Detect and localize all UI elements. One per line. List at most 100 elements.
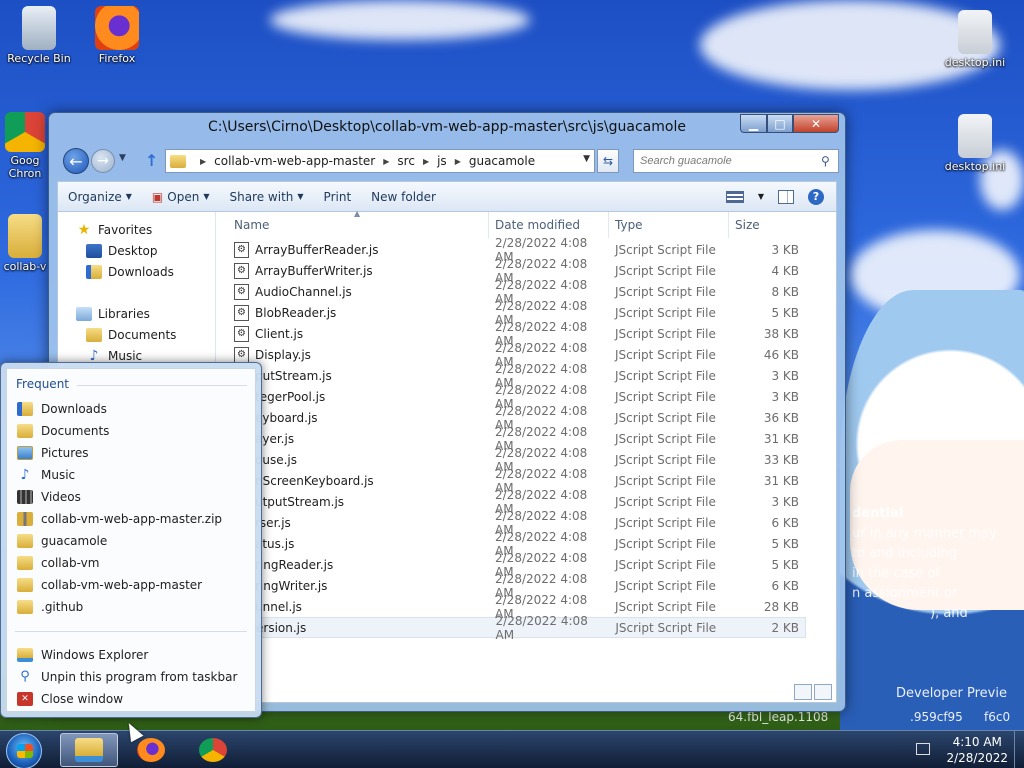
file-size: 8 KB [771,284,799,299]
file-row[interactable]: ⚙ersion.js2/28/2022 4:08 AMJScript Scrip… [216,614,806,642]
jump-list-item[interactable]: collab-vm-web-app-master.zip [17,509,222,529]
window-controls: ▁ □ ✕ [740,114,839,133]
column-header-date[interactable]: Date modified [489,212,609,238]
new-folder-button[interactable]: New folder [361,182,446,211]
open-button[interactable]: ▣ Open ▼ [142,182,220,211]
arrow-right-icon: → [97,153,109,169]
breadcrumb-item[interactable]: collab-vm-web-app-master [214,154,375,168]
taskbar: 4:10 AM 2/28/2022 [0,730,1024,768]
refresh-button[interactable]: ⇆ [597,149,619,173]
nav-item-label: Downloads [108,265,174,279]
chevron-right-icon[interactable]: ▶ [423,157,429,166]
nav-item-documents[interactable]: Documents [86,325,176,345]
file-name: ringWriter.js [255,578,328,593]
wallpaper-text: f6c0 [984,710,1011,724]
desktop-icon-label: Recycle Bin [7,52,71,65]
share-with-button[interactable]: Share with ▼ [219,182,313,211]
file-type: JScript Script File [615,578,716,593]
column-header-size[interactable]: Size [729,212,805,238]
jump-list-item[interactable]: guacamole [17,531,107,551]
desktop-icon-recycle-bin[interactable]: Recycle Bin [2,6,76,65]
nav-item-downloads[interactable]: Downloads [86,262,174,282]
libraries-icon [76,307,92,321]
chevron-right-icon[interactable]: ▶ [455,157,461,166]
preview-pane-icon[interactable] [778,189,794,204]
change-view-icon[interactable] [725,190,744,203]
system-clock[interactable]: 4:10 AM 2/28/2022 [946,734,1008,766]
clock-time: 4:10 AM [952,735,1002,749]
nav-item-libraries[interactable]: Libraries [76,304,150,324]
column-headers: ▲ Name Date modified Type Size [216,209,806,238]
network-icon[interactable] [916,743,930,755]
column-header-type[interactable]: Type [609,212,729,238]
file-name: Display.js [255,347,311,362]
print-button[interactable]: Print [314,182,362,211]
folder-icon [170,154,186,168]
desktop-icon-chrome[interactable]: Goog Chron [0,112,50,180]
file-size: 6 KB [771,578,799,593]
file-type: JScript Script File [615,368,716,383]
jump-list-item-label: collab-vm-web-app-master [41,578,203,592]
jump-list-task-close-window[interactable]: ✕ Close window [17,689,123,709]
recent-pages-button[interactable]: ▼ [119,153,126,163]
unpin-icon: ⚲ [20,669,30,684]
nav-item-desktop[interactable]: Desktop [86,241,158,261]
jump-list-item[interactable]: collab-vm-web-app-master [17,575,202,595]
start-button[interactable] [6,733,42,768]
breadcrumb-item[interactable]: guacamole [469,154,535,168]
jump-list-item-label: Downloads [41,402,107,416]
search-input[interactable] [633,149,839,173]
title-bar[interactable]: C:\Users\Cirno\Desktop\collab-vm-web-app… [49,113,845,143]
taskbar-button-chrome[interactable] [184,733,242,767]
jump-list-task-windows-explorer[interactable]: Windows Explorer [17,645,148,665]
jump-list-item[interactable]: collab-vm [17,553,99,573]
desktop-icon-desktop-ini[interactable]: desktop.ini [938,10,1012,69]
jump-list-item[interactable]: ♪ Music [17,465,76,485]
file-name: BlobReader.js [255,305,337,320]
address-bar[interactable]: ▶ collab-vm-web-app-master ▶ src ▶ js ▶ … [165,149,595,173]
open-label: Open [167,189,200,204]
file-type: JScript Script File [615,389,716,404]
column-header-name[interactable]: Name [216,212,489,238]
file-size: 3 KB [771,494,799,509]
file-name: Client.js [255,326,304,341]
large-icons-view-icon[interactable] [814,684,832,700]
desktop-icon-folder[interactable]: collab-v [0,214,50,273]
chevron-right-icon[interactable]: ▶ [383,157,389,166]
zip-icon [17,512,33,526]
chevron-down-icon[interactable]: ▼ [583,154,590,164]
jump-list-item[interactable]: Downloads [17,399,107,419]
close-button[interactable]: ✕ [793,114,839,133]
file-size: 33 KB [763,452,799,467]
recycle-bin-icon [22,6,56,50]
details-view-icon[interactable] [794,684,812,700]
desktop-icon-desktop-ini[interactable]: desktop.ini [938,114,1012,173]
up-button[interactable]: ↑ [145,151,158,170]
forward-button[interactable]: → [91,149,115,173]
breadcrumb-item[interactable]: js [437,154,447,168]
jump-list-item[interactable]: Pictures [17,443,89,463]
file-name: putStream.js [255,368,332,383]
nav-item-label: Documents [108,328,177,342]
organize-label: Organize [68,189,122,204]
help-icon[interactable]: ? [808,188,824,205]
jump-list-task-unpin[interactable]: ⚲ Unpin this program from taskbar [17,667,237,687]
maximize-button[interactable]: □ [767,114,793,133]
breadcrumb-item[interactable]: src [397,154,415,168]
chevron-down-icon[interactable]: ▼ [758,192,764,201]
desktop-icon-firefox[interactable]: Firefox [80,6,154,65]
minimize-button[interactable]: ▁ [740,114,767,133]
command-bar: Organize ▼ ▣ Open ▼ Share with ▼ Print N… [57,181,837,211]
jump-list-item-label: .github [41,600,84,614]
organize-button[interactable]: Organize ▼ [58,182,142,211]
nav-item-favorites[interactable]: ★ Favorites [76,220,153,240]
chevron-right-icon[interactable]: ▶ [200,157,206,166]
show-desktop-button[interactable] [1014,731,1024,768]
search-icon[interactable]: ⚲ [821,154,830,168]
jump-list-item[interactable]: .github [17,597,83,617]
jump-list-item[interactable]: Videos [17,487,81,507]
taskbar-button-explorer[interactable] [60,733,118,767]
file-size: 31 KB [763,473,799,488]
back-button[interactable]: ← [63,148,89,174]
jump-list-item[interactable]: Documents [17,421,109,441]
